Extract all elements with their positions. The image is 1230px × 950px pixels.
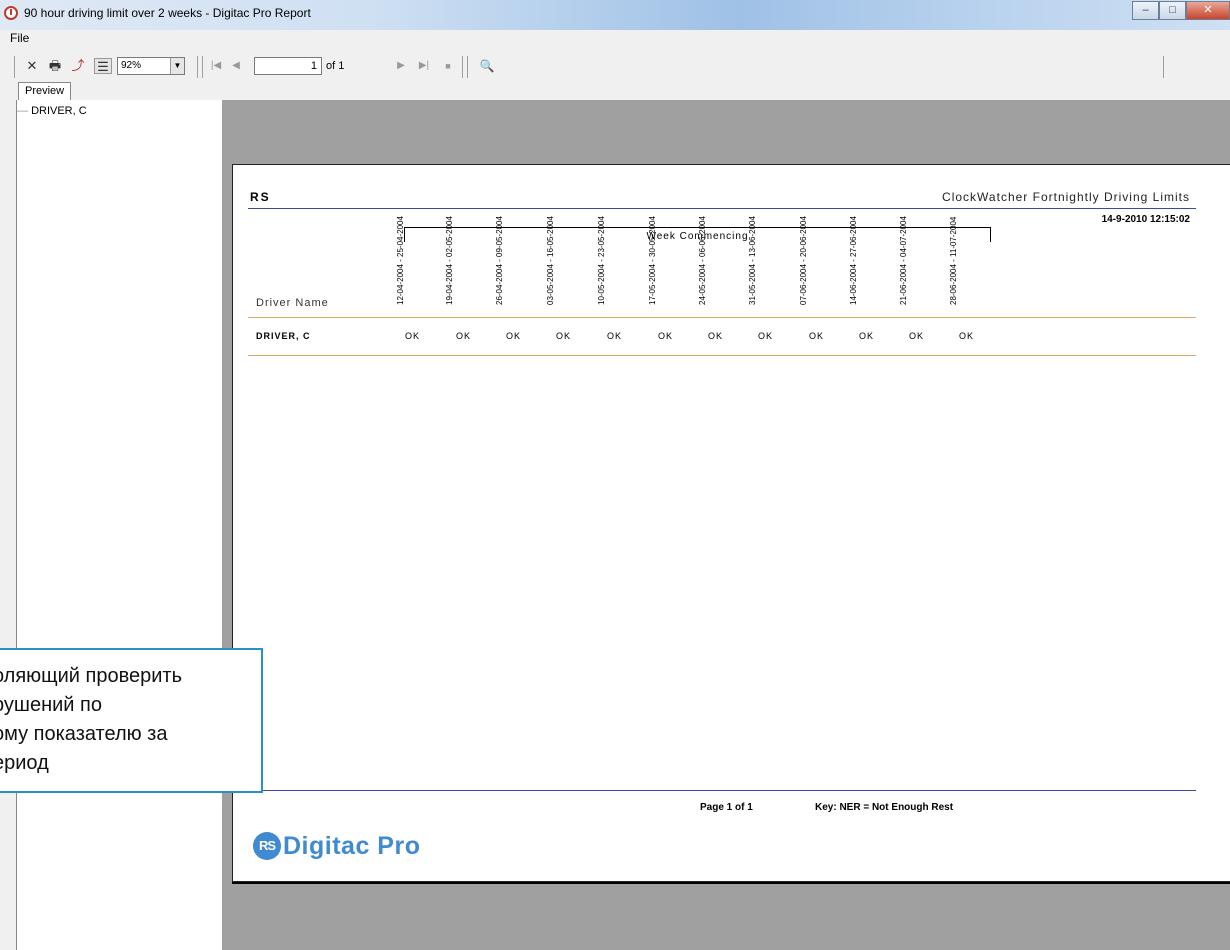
group-tree-pane: — DRIVER, C	[16, 100, 222, 950]
app-clock-icon	[4, 6, 18, 20]
table-header-divider	[248, 317, 1196, 318]
annotation-callout: оляющий проверить рушений по ому показат…	[0, 648, 263, 793]
week-date: 12-04-2004 - 25-04-2004	[396, 216, 405, 305]
chevron-down-icon[interactable]: ▼	[170, 58, 184, 74]
page-count: of 1	[326, 60, 345, 72]
toolbar-separator	[14, 56, 15, 78]
callout-text-line: оляющий проверить	[0, 665, 183, 687]
stop-icon[interactable]: ■	[442, 58, 454, 74]
group-tree-icon[interactable]: ☰	[94, 58, 112, 74]
menu-file[interactable]: File	[10, 31, 29, 45]
week-date: 14-06-2004 - 27-06-2004	[849, 216, 858, 305]
page-number-input[interactable]: 1	[254, 57, 322, 75]
status-cell: OK	[456, 331, 472, 341]
minimize-button[interactable]: –	[1132, 1, 1159, 20]
week-column-header: 19-04-2004 - 02-05-2004	[445, 216, 469, 314]
status-cell: OK	[758, 331, 774, 341]
window-title: 90 hour driving limit over 2 weeks - Dig…	[24, 6, 311, 20]
company-name: RS	[250, 190, 271, 204]
status-cell: OK	[859, 331, 875, 341]
previous-page-icon[interactable]: ◀	[230, 58, 242, 74]
toolbar-separator	[462, 56, 463, 78]
close-report-icon[interactable]: ✕	[24, 58, 40, 74]
week-column-header: 31-05-2004 - 13-06-2004	[748, 216, 772, 314]
driver-name-header: Driver Name	[256, 297, 329, 309]
week-column-header: 10-05-2004 - 23-05-2004	[597, 216, 621, 314]
window-controls: – □ ✕	[1132, 1, 1230, 20]
tree-item-label: DRIVER, C	[31, 105, 87, 117]
report-page	[232, 164, 1230, 882]
week-date: 28-06-2004 - 11-07-2004	[949, 216, 958, 305]
first-page-icon[interactable]: |◀	[208, 58, 224, 74]
status-cell: OK	[607, 331, 623, 341]
status-cell: OK	[809, 331, 825, 341]
status-cell: OK	[658, 331, 674, 341]
driver-name-cell: DRIVER, C	[256, 331, 311, 341]
tab-row: Preview	[0, 82, 1230, 100]
status-cell: OK	[959, 331, 975, 341]
week-column-header: 17-05-2004 - 30-05-2004	[648, 216, 672, 314]
table-bottom-divider	[248, 355, 1196, 356]
week-column-header: 12-04-2004 - 25-04-2004	[396, 216, 420, 314]
maximize-button[interactable]: □	[1159, 1, 1186, 20]
week-date: 24-05-2004 - 06-06-2004	[698, 216, 707, 305]
last-page-icon[interactable]: ▶|	[416, 58, 432, 74]
status-cell: OK	[405, 331, 421, 341]
header-divider	[248, 208, 1196, 209]
title-bar: 90 hour driving limit over 2 weeks - Dig…	[0, 0, 1230, 30]
rs-logo-icon: RS	[253, 832, 281, 860]
week-date: 07-06-2004 - 20-06-2004	[799, 216, 808, 305]
week-column-header: 24-05-2004 - 06-06-2004	[698, 216, 722, 314]
toolbar-separator	[467, 56, 468, 78]
report-title: ClockWatcher Fortnightly Driving Limits	[942, 190, 1190, 204]
digitac-logo: RS Digitac Pro	[253, 830, 420, 862]
status-cell: OK	[708, 331, 724, 341]
callout-text-line: ому показателю за	[0, 723, 168, 745]
week-column-header: 14-06-2004 - 27-06-2004	[849, 216, 873, 314]
week-date: 31-05-2004 - 13-06-2004	[748, 216, 757, 305]
logo-text: Digitac Pro	[283, 831, 421, 860]
callout-text-line: ериод	[0, 752, 49, 774]
callout-text-line: рушений по	[0, 694, 102, 716]
zoom-select[interactable]: 92% ▼	[117, 57, 185, 75]
week-date: 17-05-2004 - 30-05-2004	[648, 216, 657, 305]
week-column-header: 26-04-2004 - 09-05-2004	[495, 216, 519, 314]
tab-preview[interactable]: Preview	[18, 82, 72, 100]
find-icon[interactable]: 🔍	[478, 58, 496, 74]
tree-connector: —	[17, 105, 28, 117]
footer-divider	[248, 790, 1196, 791]
footer-key: Key: NER = Not Enough Rest	[815, 802, 954, 813]
next-page-icon[interactable]: ▶	[395, 58, 407, 74]
week-date: 19-04-2004 - 02-05-2004	[445, 216, 454, 305]
status-cell: OK	[506, 331, 522, 341]
close-button[interactable]: ✕	[1186, 1, 1230, 20]
week-date: 21-06-2004 - 04-07-2004	[899, 216, 908, 305]
week-column-header: 03-05-2004 - 16-05-2004	[546, 216, 570, 314]
footer-page-number: Page 1 of 1	[700, 802, 753, 813]
export-icon[interactable]: ⤴	[69, 58, 87, 74]
status-cell: OK	[556, 331, 572, 341]
menu-bar: File	[0, 30, 1230, 46]
toolbar-separator	[202, 56, 203, 78]
zoom-value: 92%	[121, 60, 142, 71]
week-date: 03-05-2004 - 16-05-2004	[546, 216, 555, 305]
week-column-header: 21-06-2004 - 04-07-2004	[899, 216, 923, 314]
week-date: 26-04-2004 - 09-05-2004	[495, 216, 504, 305]
tree-item-driver[interactable]: — DRIVER, C	[17, 105, 87, 117]
toolbar-separator	[197, 56, 198, 78]
toolbar-separator	[1163, 56, 1164, 78]
print-icon[interactable]: 🖶	[46, 58, 64, 74]
status-cell: OK	[909, 331, 925, 341]
report-datetime: 14-9-2010 12:15:02	[1101, 214, 1190, 225]
week-column-header: 28-06-2004 - 11-07-2004	[949, 217, 973, 314]
toolbar: ✕ 🖶 ⤴ ☰ 92% ▼ |◀ ◀ 1 of 1 ▶ ▶| ■ 🔍	[0, 50, 1230, 82]
week-column-header: 07-06-2004 - 20-06-2004	[799, 216, 823, 314]
week-date: 10-05-2004 - 23-05-2004	[597, 216, 606, 305]
